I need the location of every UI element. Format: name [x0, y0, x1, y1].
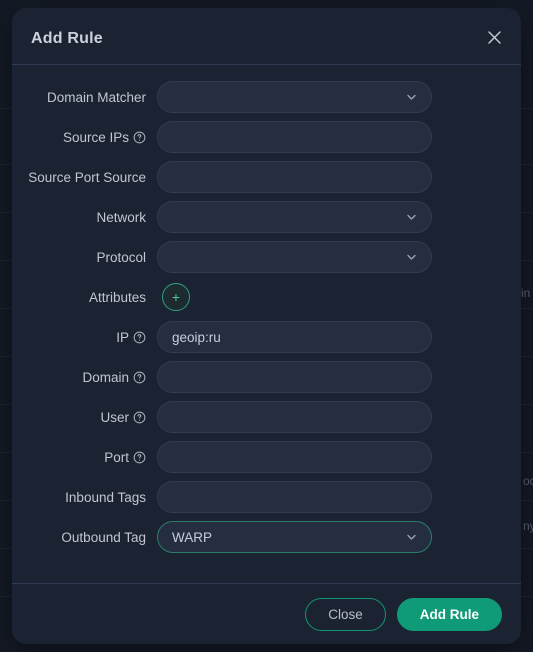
field-row-inbound-tags: Inbound Tags: [12, 477, 521, 517]
inbound-tags-input[interactable]: [157, 481, 432, 513]
field-control-port: [157, 441, 432, 473]
protocol-select[interactable]: [157, 241, 432, 273]
field-row-source-ips: Source IPs: [12, 117, 521, 157]
field-control-ip: [157, 321, 432, 353]
port-input[interactable]: [157, 441, 432, 473]
field-label-network: Network: [12, 210, 148, 225]
user-input[interactable]: [157, 401, 432, 433]
add-rule-button[interactable]: Add Rule: [396, 597, 502, 631]
label-text: IP: [116, 329, 129, 345]
close-icon[interactable]: [481, 24, 507, 50]
field-control-source-port-source: [157, 161, 432, 193]
field-control-source-ips: [157, 121, 432, 153]
field-row-ip: IP: [12, 317, 521, 357]
field-control-network: [157, 201, 432, 233]
field-control-protocol: [157, 241, 432, 273]
label-text: Network: [96, 209, 146, 225]
field-control-outbound-tag: WARP: [157, 521, 432, 553]
background-cell-text: ny: [523, 519, 533, 533]
add-attribute-button[interactable]: +: [162, 283, 190, 311]
label-text: User: [100, 409, 129, 425]
background-cell-text: in: [521, 286, 531, 300]
chevron-down-icon: [405, 251, 418, 264]
field-control-user: [157, 401, 432, 433]
field-row-protocol: Protocol: [12, 237, 521, 277]
field-control-attributes: +: [157, 283, 432, 311]
field-control-domain-matcher: [157, 81, 432, 113]
field-row-user: User: [12, 397, 521, 437]
field-label-protocol: Protocol: [12, 250, 148, 265]
outbound-tag-selected-value: WARP: [172, 529, 212, 545]
dialog-title: Add Rule: [31, 30, 103, 47]
domain-input[interactable]: [157, 361, 432, 393]
field-row-network: Network: [12, 197, 521, 237]
field-label-attributes: Attributes: [12, 290, 148, 305]
ip-input[interactable]: [157, 321, 432, 353]
field-label-ip: IP: [12, 330, 148, 345]
add-rule-dialog: Add Rule Domain Matcher Source IPs Source …: [12, 8, 521, 644]
chevron-down-icon: [405, 211, 418, 224]
field-label-port: Port: [12, 450, 148, 465]
label-text: Source IPs: [62, 129, 129, 145]
label-text: Domain: [82, 369, 129, 385]
field-label-user: User: [12, 410, 148, 425]
network-select[interactable]: [157, 201, 432, 233]
outbound-tag-select[interactable]: WARP: [157, 521, 432, 553]
field-control-inbound-tags: [157, 481, 432, 513]
field-label-inbound-tags: Inbound Tags: [12, 490, 148, 505]
help-icon[interactable]: [133, 451, 146, 464]
background-cell-text: oc: [523, 474, 533, 488]
field-label-domain: Domain: [12, 370, 148, 385]
label-text: Outbound Tag: [61, 529, 146, 545]
field-row-domain-matcher: Domain Matcher: [12, 77, 521, 117]
field-label-source-port-source: Source Port Source: [12, 170, 148, 185]
label-text: Attributes: [88, 289, 146, 305]
label-text: Inbound Tags: [65, 489, 146, 505]
close-button[interactable]: Close: [305, 597, 386, 631]
label-text: Protocol: [96, 249, 146, 265]
field-row-attributes: Attributes +: [12, 277, 521, 317]
dialog-footer: Close Add Rule: [12, 583, 521, 644]
dialog-form: Domain Matcher Source IPs Source Port Sour…: [12, 65, 521, 583]
chevron-down-icon: [405, 91, 418, 104]
help-icon[interactable]: [133, 411, 146, 424]
help-icon[interactable]: [133, 131, 146, 144]
help-icon[interactable]: [133, 331, 146, 344]
field-row-domain: Domain: [12, 357, 521, 397]
source-port-source-input[interactable]: [157, 161, 432, 193]
dialog-header: Add Rule: [12, 8, 521, 65]
help-icon[interactable]: [133, 371, 146, 384]
field-label-outbound-tag: Outbound Tag: [12, 530, 148, 545]
source-ips-input[interactable]: [157, 121, 432, 153]
field-row-source-port-source: Source Port Source: [12, 157, 521, 197]
field-label-source-ips: Source IPs: [12, 130, 148, 145]
field-row-port: Port: [12, 437, 521, 477]
field-row-outbound-tag: Outbound Tag WARP: [12, 517, 521, 557]
field-control-domain: [157, 361, 432, 393]
app-root: in oc ny Add Rule Domain Matcher Source IPs…: [0, 0, 533, 652]
chevron-down-icon: [405, 531, 418, 544]
label-text: Source Port Source: [28, 169, 146, 185]
label-text: Port: [104, 449, 129, 465]
label-text: Domain Matcher: [46, 89, 146, 105]
field-label-domain-matcher: Domain Matcher: [12, 90, 148, 105]
domain-matcher-select[interactable]: [157, 81, 432, 113]
